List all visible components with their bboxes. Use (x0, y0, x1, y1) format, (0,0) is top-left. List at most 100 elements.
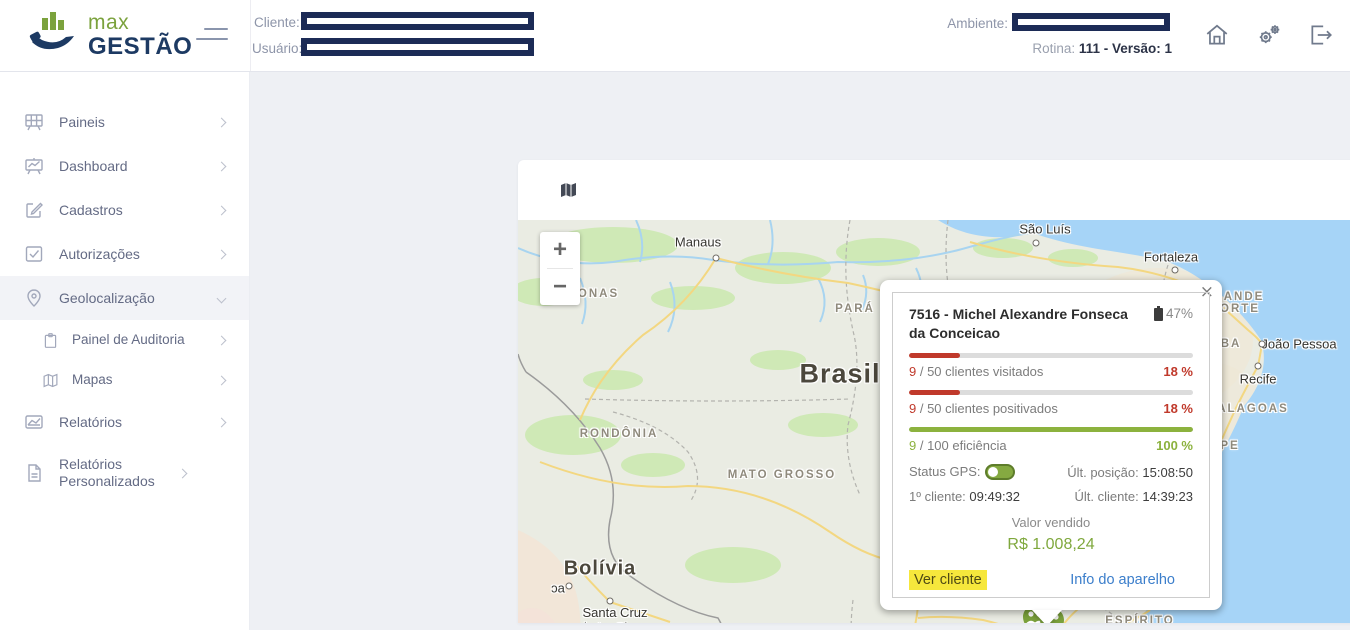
chevron-right-icon (216, 335, 227, 345)
logo-chart-hand-icon (28, 6, 80, 65)
sidebar-item-label: Dashboard (59, 157, 128, 174)
chevron-right-icon (216, 205, 227, 215)
progress-percent: 18 % (1163, 363, 1193, 379)
menu-toggle-icon[interactable] (196, 28, 230, 44)
map-state-label: BA (1220, 338, 1242, 350)
progress-percent: 100 % (1156, 437, 1193, 453)
map-city-dot (1171, 266, 1179, 274)
map-state-label: PE (1220, 440, 1240, 452)
progress-bar-track (909, 389, 1193, 395)
chevron-right-icon (216, 117, 227, 127)
sidebar-item-geolocalizacao[interactable]: Geolocalização (0, 276, 249, 320)
progress-label-row: 9 / 50 clientes positivados 18 % (909, 401, 1193, 416)
chevron-right-icon (216, 417, 227, 427)
map-city-label: Recife (1239, 371, 1277, 387)
gps-toggle[interactable] (984, 464, 1015, 481)
dashboard-icon (24, 156, 44, 176)
sidebar-item-label: Paineis (59, 113, 105, 130)
primeiro-cliente-label: 1º cliente: (909, 489, 966, 505)
zoom-out-button[interactable]: − (540, 269, 580, 305)
progress-percent: 18 % (1163, 400, 1193, 416)
logo-line2: GESTÃO (88, 33, 193, 60)
usuario-value-redacted (301, 38, 534, 56)
logout-icon[interactable] (1308, 22, 1334, 48)
ult-posicao-value: 15:08:50 (1142, 464, 1193, 480)
ult-posicao: Últ. posição: 15:08:50 (1067, 465, 1193, 480)
logo-line1: max (88, 11, 130, 34)
map-city-dot (1032, 239, 1040, 247)
sidebar-item-mapas[interactable]: Mapas (0, 360, 249, 400)
rotina-value: 111 - Versão: 1 (1078, 41, 1172, 56)
sidebar-item-label: Painel de Auditoria (72, 331, 185, 347)
progress-label: 9 / 100 eficiência (909, 437, 1007, 453)
progress-label: 9 / 50 clientes visitados (909, 363, 1044, 379)
zoom-in-button[interactable]: + (540, 232, 580, 268)
progress-bar-fill (909, 352, 961, 358)
sidebar-item-relatorios[interactable]: Relatórios (0, 400, 249, 444)
map-city-label: Manaus (674, 234, 722, 250)
progress-bar-fill (909, 389, 961, 395)
panels-icon (24, 112, 44, 132)
map-city-label: Fortaleza (1143, 249, 1199, 265)
sidebar-item-painel-de-auditoria[interactable]: Painel de Auditoria (0, 320, 249, 360)
usuario-label: Usuário: (252, 41, 303, 56)
salesperson-title: 7516 - Michel Alexandre Fonseca da Conce… (909, 306, 1128, 341)
ambiente-label: Ambiente: (947, 16, 1008, 31)
logo-text: max GESTÃO (88, 12, 192, 59)
progress-bar-fill (909, 426, 1193, 432)
ult-posicao-label: Últ. posição: (1067, 464, 1139, 480)
chevron-right-icon (216, 375, 227, 385)
sidebar-item-label: Mapas (72, 371, 113, 387)
sidebar-item-label: Autorizações (59, 245, 140, 262)
status-gps: Status GPS: (909, 464, 1015, 481)
chevron-down-icon (216, 293, 227, 303)
battery-icon (1153, 306, 1163, 321)
map-country-label: Bolívia (563, 557, 637, 580)
map-state-label: RONDÔNIA (579, 428, 659, 440)
clipboard-icon (42, 332, 59, 349)
map-state-label: PARÁ (835, 303, 875, 315)
sidebar-item-label: Relatórios (59, 413, 123, 430)
sidebar-item-label: Geolocalização (59, 289, 155, 306)
progress-bar-track (909, 352, 1193, 358)
app-header: max GESTÃO Cliente: Usuário: Ambiente: R… (0, 0, 1350, 72)
chevron-right-icon (216, 161, 227, 171)
primeiro-cliente: 1º cliente: 09:49:32 (909, 489, 1020, 504)
map-info-window: × 7516 - Michel Alexandre Fonseca da Con… (880, 280, 1222, 623)
map-pin-icon (24, 288, 44, 308)
sidebar-item-autorizacoes[interactable]: Autorizações (0, 232, 249, 276)
map-city-dot (1254, 362, 1262, 370)
home-icon[interactable] (1204, 22, 1230, 48)
cliente-value-redacted (301, 12, 534, 30)
map-city-dot (712, 254, 720, 262)
info-window-tail (1032, 610, 1062, 623)
map-card: Brasil Bolívia ZONAS PARÁ RONDÔNIA MATO GROSS… (518, 160, 1350, 623)
header-divider (250, 0, 251, 71)
map-city-dot (565, 582, 573, 590)
map-card-header (518, 160, 1350, 220)
valor-vendido-value: R$ 1.008,24 (1007, 536, 1095, 554)
map-state-label: MATO GROSSO (727, 469, 837, 481)
map-city-label: Santa Cruz de La Sierra (580, 605, 651, 623)
sidebar-item-relatorios-personalizados[interactable]: Relatórios Personalizados (0, 444, 249, 502)
ver-cliente-link[interactable]: Ver cliente (909, 570, 987, 591)
popup-bars: 9 / 50 clientes visitados 18 % 9 / 50 clie… (909, 352, 1193, 464)
progress-label: 9 / 50 clientes positivados (909, 400, 1058, 416)
sidebar-item-label: Cadastros (59, 201, 123, 218)
document-icon (24, 463, 44, 483)
valor-vendido-label: Valor vendido (1011, 515, 1091, 531)
progress-label-row: 9 / 100 eficiência 100 % (909, 438, 1193, 453)
map-country-label: Brasil (799, 358, 881, 389)
info-window-content: 7516 - Michel Alexandre Fonseca da Conce… (892, 292, 1210, 598)
battery-percent: 47% (1165, 306, 1193, 321)
map-city-label: São Luís (1019, 221, 1071, 237)
map-city-dot (606, 597, 614, 605)
map-canvas[interactable]: Brasil Bolívia ZONAS PARÁ RONDÔNIA MATO GROSS… (518, 220, 1350, 623)
sidebar-item-dashboard[interactable]: Dashboard (0, 144, 249, 188)
sidebar-item-paineis[interactable]: Paineis (0, 100, 249, 144)
sidebar-item-cadastros[interactable]: Cadastros (0, 188, 249, 232)
settings-gears-icon[interactable] (1256, 22, 1282, 48)
page: max GESTÃO Cliente: Usuário: Ambiente: R… (0, 0, 1350, 630)
info-do-aparelho-link[interactable]: Info do aparelho (1070, 572, 1193, 588)
rotina-info: Rotina: 111 - Versão: 1 (950, 41, 1172, 56)
